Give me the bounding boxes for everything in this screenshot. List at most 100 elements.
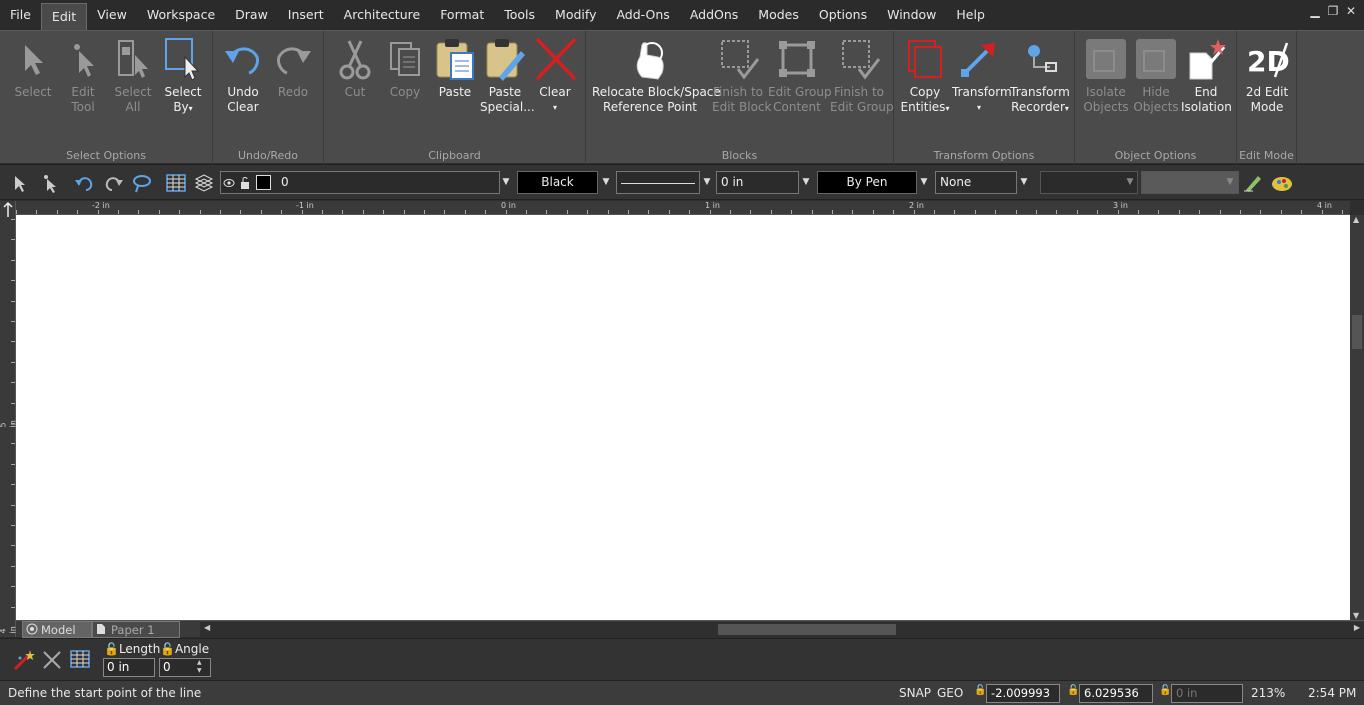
magic-wand-icon[interactable] [12, 648, 36, 672]
eye-icon[interactable] [223, 176, 235, 190]
menu-tools[interactable]: Tools [494, 2, 545, 28]
color-dropdown-arrow[interactable]: ▼ [600, 171, 612, 194]
x-lock-icon[interactable]: 🔓 [974, 685, 986, 696]
clear-button[interactable]: Clear ▾ [530, 35, 580, 140]
color-field[interactable]: Black [517, 171, 598, 194]
pattern-dropdown-arrow[interactable]: ▼ [1224, 171, 1236, 194]
paste-special-button[interactable]: Paste Special... [480, 35, 535, 140]
menu-addons[interactable]: AddOns [680, 2, 748, 28]
undo-icon [225, 47, 259, 75]
length-input[interactable]: 0 in [103, 658, 155, 677]
transform-recorder-button[interactable]: Transform Recorder▾ [1010, 35, 1070, 140]
menu-architecture[interactable]: Architecture [334, 2, 431, 28]
menu-draw[interactable]: Draw [225, 2, 278, 28]
zoom-level[interactable]: 213% [1251, 686, 1285, 700]
horizontal-scroll-thumb[interactable] [718, 624, 896, 635]
snap-toggle[interactable]: SNAP [899, 686, 931, 700]
menu-format[interactable]: Format [430, 2, 494, 28]
fill-field[interactable]: None [935, 171, 1017, 194]
select-arrow-icon[interactable] [10, 173, 28, 193]
select-button[interactable]: Select [8, 35, 58, 140]
undo-button[interactable]: Undo Clear [218, 35, 268, 140]
x-coordinate-field[interactable]: -2.009993 in [986, 684, 1060, 705]
group-label: Select Options [66, 149, 146, 162]
layer-color-swatch[interactable] [256, 175, 271, 190]
group-transform-options: Copy Entities▾ Transform ▾ Transform Rec… [894, 31, 1075, 164]
layers-icon[interactable] [194, 173, 214, 193]
minimize-icon[interactable]: ▁ [1308, 4, 1322, 18]
grid-table-icon[interactable] [70, 649, 90, 669]
copy-button[interactable]: Copy [380, 35, 430, 140]
finish-edit-block-button[interactable]: Finish to Edit Block [712, 35, 772, 140]
menu-view[interactable]: View [87, 2, 137, 28]
line-style-dropdown-arrow[interactable]: ▼ [701, 171, 713, 194]
2d-mode-icon: 2D [1247, 42, 1289, 78]
line-width-field[interactable]: 0 in [716, 171, 799, 194]
layer-dropdown-arrow[interactable]: ▼ [500, 171, 512, 194]
menu-window[interactable]: Window [877, 2, 946, 28]
pencil-icon[interactable] [1243, 173, 1263, 193]
y-lock-icon[interactable]: 🔓 [1067, 685, 1079, 696]
2d-edit-mode-button[interactable]: 2D 2d Edit Mode [1242, 35, 1292, 140]
paste-button[interactable]: Paste [430, 35, 480, 140]
close-icon[interactable]: ✕ [1344, 4, 1358, 18]
pen-dropdown-arrow[interactable]: ▼ [918, 171, 930, 194]
group-undo-redo: Undo Clear Redo Undo/Redo [213, 31, 324, 164]
select-all-button[interactable]: Select All [108, 35, 158, 140]
restore-icon[interactable]: ❐ [1326, 4, 1340, 18]
copy-entities-button[interactable]: Copy Entities▾ [900, 35, 950, 140]
angle-input[interactable]: 0 [159, 658, 211, 677]
grid-table-icon[interactable] [166, 173, 186, 193]
menu-modes[interactable]: Modes [748, 2, 809, 28]
end-isolation-button[interactable]: End Isolation [1181, 35, 1232, 140]
cut-button[interactable]: Cut [330, 35, 380, 140]
svg-text:2D: 2D [1247, 45, 1289, 78]
z-lock-icon[interactable]: 🔓 [1159, 685, 1171, 696]
horizontal-scrollbar[interactable]: ◀ ▶ [200, 622, 1364, 637]
undo-small-icon[interactable] [74, 173, 94, 193]
menu-options[interactable]: Options [809, 2, 877, 28]
drawing-canvas[interactable] [16, 215, 1350, 620]
ruler-label: 2 in [909, 201, 924, 210]
finish-edit-group-button[interactable]: Finish to Edit Group [830, 35, 894, 140]
vertical-scrollbar[interactable]: ▲ ▼ [1350, 215, 1364, 620]
status-bar: Define the start point of the line SNAP … [0, 680, 1364, 705]
vertical-scroll-thumb[interactable] [1352, 315, 1362, 349]
line-style-field[interactable] [616, 171, 700, 194]
group-label: Undo/Redo [237, 149, 299, 162]
isolate-objects-button[interactable]: Isolate Objects [1081, 35, 1131, 140]
edit-group-content-button[interactable]: Edit Group Content [768, 35, 832, 140]
geo-toggle[interactable]: GEO [937, 686, 963, 700]
menu-file[interactable]: File [0, 2, 41, 28]
fill-dropdown-arrow[interactable]: ▼ [1018, 171, 1030, 194]
menu-add-ons[interactable]: Add-Ons [606, 2, 679, 28]
group-label: Clipboard [428, 149, 481, 162]
hatch-dropdown-arrow[interactable]: ▼ [1124, 171, 1136, 194]
relocate-block-button[interactable]: Relocate Block/Space Reference Point [592, 35, 721, 140]
transform-button[interactable]: Transform ▾ [952, 35, 1012, 140]
z-coordinate-field[interactable]: 0 in [1171, 684, 1243, 703]
redo-small-icon[interactable] [104, 173, 124, 193]
select-by-button[interactable]: Select By▾ [158, 35, 208, 140]
color-palette-icon[interactable] [1271, 173, 1293, 193]
edit-tool-button[interactable]: Edit Tool [58, 35, 108, 140]
menu-workspace[interactable]: Workspace [137, 2, 225, 28]
line-width-dropdown-arrow[interactable]: ▼ [800, 171, 812, 194]
ruler-origin-icon[interactable] [0, 201, 16, 219]
ruler-label: 0 in [501, 201, 516, 210]
isolate-objects-icon [1086, 39, 1126, 79]
redo-button[interactable]: Redo [268, 35, 318, 140]
menu-help[interactable]: Help [946, 2, 995, 28]
menu-insert[interactable]: Insert [278, 2, 334, 28]
menu-edit[interactable]: Edit [40, 3, 88, 30]
edit-tool-small-icon[interactable] [40, 173, 58, 193]
menu-modify[interactable]: Modify [545, 2, 606, 28]
lasso-icon[interactable] [132, 173, 152, 193]
hide-objects-button[interactable]: Hide Objects [1131, 35, 1181, 140]
angle-spinner[interactable]: ▲ ▼ [197, 659, 202, 675]
pen-field[interactable]: By Pen [817, 171, 917, 194]
lock-icon[interactable] [239, 176, 251, 190]
group-label: Blocks [721, 149, 758, 162]
y-coordinate-field[interactable]: 6.029536 in [1079, 684, 1153, 705]
cancel-x-icon[interactable] [42, 650, 62, 670]
